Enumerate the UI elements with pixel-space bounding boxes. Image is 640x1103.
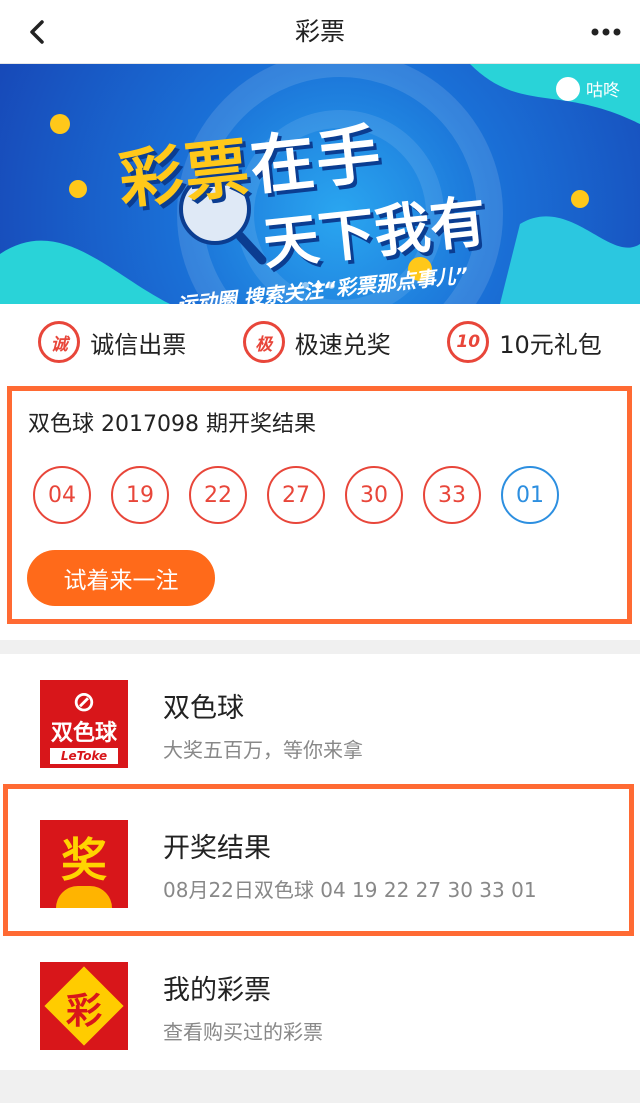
integrity-icon: 诚 bbox=[38, 321, 81, 363]
red-ball: 19 bbox=[111, 466, 169, 524]
red-ball: 27 bbox=[267, 466, 325, 524]
gift-pack-icon: 10 bbox=[447, 321, 490, 363]
blue-ball: 01 bbox=[501, 466, 559, 524]
list-item-subtitle: 查看购买过的彩票 bbox=[163, 1020, 323, 1044]
red-ball: 22 bbox=[189, 466, 247, 524]
logo-mark: ⊘ bbox=[72, 685, 96, 718]
feature-label: 诚信出票 bbox=[90, 330, 187, 359]
more-button[interactable] bbox=[586, 14, 626, 50]
red-ball: 30 bbox=[345, 466, 403, 524]
winning-numbers: 04 19 22 27 30 33 01 bbox=[33, 466, 559, 524]
list-item-title: 双色球 bbox=[163, 693, 244, 724]
list-item-my-lottery[interactable]: 彩 我的彩票 查看购买过的彩票 bbox=[0, 936, 640, 1070]
feature-label: 10元礼包 bbox=[499, 330, 602, 359]
speed-icon: 极 bbox=[242, 321, 285, 363]
banner-headline-highlight: 彩票 bbox=[115, 131, 255, 219]
red-ball: 33 bbox=[423, 466, 481, 524]
logo-brand: LeToke bbox=[50, 748, 118, 764]
nav-bar: 彩票 bbox=[0, 0, 640, 64]
list-item-shuangseqiu[interactable]: ⊘ 双色球 LeToke 双色球 大奖五百万，等你来拿 bbox=[0, 654, 640, 788]
brand-logo: 咕咚 bbox=[556, 76, 620, 101]
carousel-dot bbox=[302, 282, 309, 289]
logo-text: 彩 bbox=[65, 991, 102, 1032]
feature-item: 极 极速兑奖 bbox=[242, 321, 391, 363]
feature-strip: 诚 诚信出票 极 极速兑奖 10 10元礼包 bbox=[0, 304, 640, 380]
draw-result-title: 双色球 2017098 期开奖结果 bbox=[28, 412, 316, 437]
brand-name: 咕咚 bbox=[586, 81, 620, 101]
list-item-subtitle: 大奖五百万，等你来拿 bbox=[163, 738, 363, 762]
shuangseqiu-logo-icon: ⊘ 双色球 LeToke bbox=[40, 680, 128, 768]
try-bet-button[interactable]: 试着来一注 bbox=[27, 550, 215, 606]
carousel-dot-active bbox=[315, 282, 322, 289]
draw-result-card: 双色球 2017098 期开奖结果 04 19 22 27 30 33 01 试… bbox=[0, 380, 640, 640]
carousel-dot bbox=[328, 282, 335, 289]
gudong-logo-icon bbox=[556, 76, 580, 101]
feature-item: 10 10元礼包 bbox=[447, 321, 602, 363]
list-item-title: 我的彩票 bbox=[163, 975, 271, 1006]
highlight-frame bbox=[3, 784, 634, 936]
my-lottery-logo-icon: 彩 bbox=[40, 962, 128, 1050]
logo-text: 双色球 bbox=[50, 721, 117, 746]
carousel-indicator bbox=[302, 282, 335, 289]
promo-banner[interactable]: 咕咚 彩票在手 天下我有 运动圈 搜索关注“彩票那点事儿” bbox=[0, 64, 640, 304]
red-ball: 04 bbox=[33, 466, 91, 524]
more-dots-icon bbox=[591, 28, 621, 36]
page-title: 彩票 bbox=[294, 17, 345, 46]
feature-item: 诚 诚信出票 bbox=[38, 321, 186, 363]
feature-label: 极速兑奖 bbox=[294, 330, 391, 359]
